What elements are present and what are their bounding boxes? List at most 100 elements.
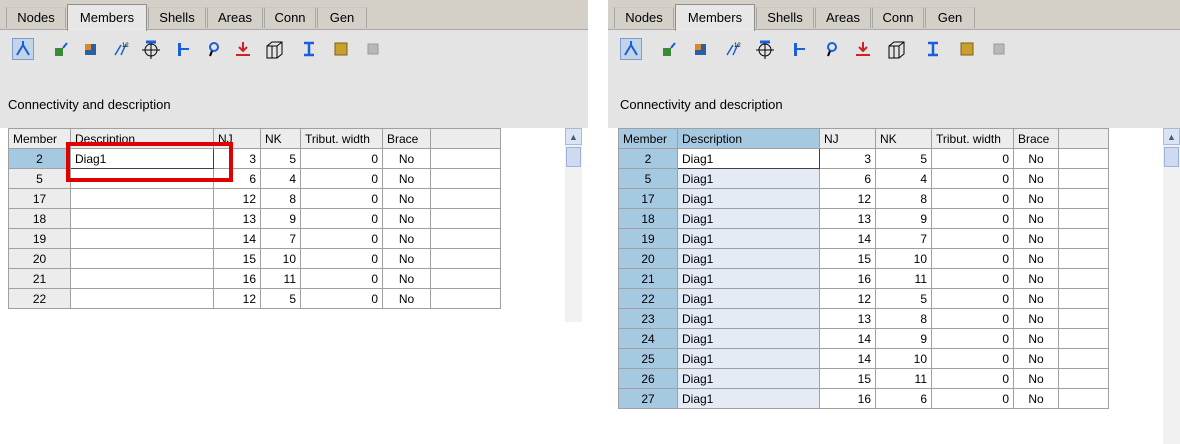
- cell-brace[interactable]: No: [1013, 248, 1059, 269]
- cell-member[interactable]: 25: [618, 348, 678, 369]
- release-icon[interactable]: [50, 38, 72, 60]
- cell-member[interactable]: 26: [618, 368, 678, 389]
- cell-tribut-width[interactable]: 0: [300, 208, 383, 229]
- cell-member[interactable]: 22: [8, 288, 71, 309]
- cell-nj[interactable]: 14: [819, 328, 876, 349]
- member-connect-icon[interactable]: [12, 38, 34, 60]
- release-icon[interactable]: [658, 38, 680, 60]
- cell-tribut-width[interactable]: 0: [931, 228, 1014, 249]
- table-row[interactable]: 17 12 8 0 No: [8, 188, 501, 209]
- cell-member[interactable]: 5: [618, 168, 678, 189]
- table-row[interactable]: 27 Diag1 16 6 0 No: [618, 388, 1109, 409]
- cell-nj[interactable]: 16: [819, 268, 876, 289]
- cell-nj[interactable]: 12: [819, 188, 876, 209]
- table-row[interactable]: 18 Diag1 13 9 0 No: [618, 208, 1109, 229]
- cell-brace[interactable]: No: [1013, 288, 1059, 309]
- material-icon[interactable]: [956, 38, 978, 60]
- cell-member[interactable]: 2: [8, 148, 71, 169]
- cell-nk[interactable]: 5: [260, 288, 301, 309]
- rigid-end-icon[interactable]: [172, 38, 194, 60]
- tab-gen[interactable]: Gen: [925, 7, 975, 28]
- cell-brace[interactable]: No: [382, 168, 431, 189]
- column-header-nj[interactable]: NJ: [819, 128, 876, 149]
- cell-nk[interactable]: 5: [875, 148, 932, 169]
- hinge-icon[interactable]: [202, 38, 224, 60]
- cell-nk[interactable]: 11: [875, 268, 932, 289]
- cell-tribut-width[interactable]: 0: [300, 148, 383, 169]
- member-offset-icon[interactable]: [754, 38, 776, 60]
- cell-member[interactable]: 27: [618, 388, 678, 409]
- i-beam-icon[interactable]: [922, 38, 944, 60]
- cell-nj[interactable]: 13: [819, 208, 876, 229]
- cell-nj[interactable]: 16: [213, 268, 261, 289]
- cell-brace[interactable]: No: [1013, 308, 1059, 329]
- cell-nj[interactable]: 15: [819, 248, 876, 269]
- table-row[interactable]: 21 16 11 0 No: [8, 268, 501, 289]
- cell-nk[interactable]: 10: [260, 248, 301, 269]
- tab-conn[interactable]: Conn: [264, 7, 316, 28]
- cell-brace[interactable]: No: [1013, 168, 1059, 189]
- cell-description[interactable]: [70, 288, 214, 309]
- cell-nk[interactable]: 10: [875, 248, 932, 269]
- cell-tribut-width[interactable]: 0: [300, 248, 383, 269]
- cell-member[interactable]: 24: [618, 328, 678, 349]
- cell-tribut-width[interactable]: 0: [931, 268, 1014, 289]
- cell-nj[interactable]: 3: [819, 148, 876, 169]
- column-header-brace[interactable]: Brace: [382, 128, 431, 149]
- i-beam-icon[interactable]: [298, 38, 320, 60]
- table-row[interactable]: 17 Diag1 12 8 0 No: [618, 188, 1109, 209]
- column-header-brace[interactable]: Brace: [1013, 128, 1059, 149]
- rigid-end-icon[interactable]: [788, 38, 810, 60]
- tab-nodes[interactable]: Nodes: [6, 7, 66, 28]
- cell-nk[interactable]: 7: [260, 228, 301, 249]
- cell-tribut-width[interactable]: 0: [931, 368, 1014, 389]
- cell-brace[interactable]: No: [382, 228, 431, 249]
- frame-3d-icon[interactable]: [886, 38, 908, 60]
- tab-gen[interactable]: Gen: [317, 7, 367, 28]
- cell-tribut-width[interactable]: 0: [300, 188, 383, 209]
- cell-tribut-width[interactable]: 0: [300, 288, 383, 309]
- cell-brace[interactable]: No: [382, 248, 431, 269]
- table-row[interactable]: 22 Diag1 12 5 0 No: [618, 288, 1109, 309]
- cell-description[interactable]: [70, 208, 214, 229]
- scroll-up-icon[interactable]: ▲: [565, 128, 582, 145]
- table-row[interactable]: 18 13 9 0 No: [8, 208, 501, 229]
- cell-tribut-width[interactable]: 0: [300, 168, 383, 189]
- cell-tribut-width[interactable]: 0: [300, 228, 383, 249]
- cell-description[interactable]: Diag1: [677, 308, 820, 329]
- column-header-description[interactable]: Description: [677, 128, 820, 149]
- cell-description[interactable]: [70, 248, 214, 269]
- tab-shells[interactable]: Shells: [148, 7, 206, 28]
- local-axes-icon[interactable]: 12: [110, 38, 132, 60]
- cell-nk[interactable]: 8: [875, 188, 932, 209]
- cell-member[interactable]: 21: [8, 268, 71, 289]
- cell-nj[interactable]: 13: [819, 308, 876, 329]
- cell-nk[interactable]: 8: [260, 188, 301, 209]
- load-icon[interactable]: [232, 38, 254, 60]
- cell-tribut-width[interactable]: 0: [300, 268, 383, 289]
- cell-brace[interactable]: No: [1013, 328, 1059, 349]
- cell-brace[interactable]: No: [382, 208, 431, 229]
- table-row[interactable]: 19 Diag1 14 7 0 No: [618, 228, 1109, 249]
- cell-member[interactable]: 2: [618, 148, 678, 169]
- cell-member[interactable]: 17: [8, 188, 71, 209]
- cell-description[interactable]: Diag1: [677, 248, 820, 269]
- table-row[interactable]: 5 Diag1 6 4 0 No: [618, 168, 1109, 189]
- cell-nj[interactable]: 15: [819, 368, 876, 389]
- hinge-icon[interactable]: [820, 38, 842, 60]
- cell-brace[interactable]: No: [382, 188, 431, 209]
- cell-brace[interactable]: No: [1013, 348, 1059, 369]
- cell-nj[interactable]: 16: [819, 388, 876, 409]
- section-icon[interactable]: [690, 38, 712, 60]
- cell-nj[interactable]: 15: [213, 248, 261, 269]
- cell-member[interactable]: 20: [618, 248, 678, 269]
- vertical-scrollbar[interactable]: ▲: [1163, 128, 1180, 444]
- cell-nk[interactable]: 9: [875, 328, 932, 349]
- cell-member[interactable]: 22: [618, 288, 678, 309]
- cell-tribut-width[interactable]: 0: [931, 248, 1014, 269]
- cell-description[interactable]: [70, 188, 214, 209]
- column-header-nk[interactable]: NK: [260, 128, 301, 149]
- cell-description[interactable]: [70, 228, 214, 249]
- tab-members[interactable]: Members: [67, 4, 147, 31]
- table-row[interactable]: 23 Diag1 13 8 0 No: [618, 308, 1109, 329]
